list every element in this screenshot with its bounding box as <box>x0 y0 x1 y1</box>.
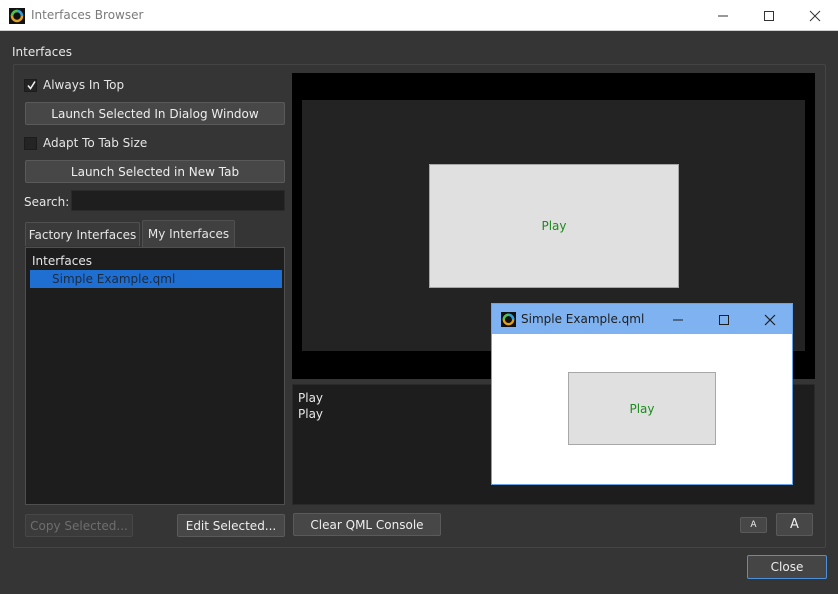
maximize-icon <box>764 11 774 21</box>
tree-item-simple-example[interactable]: Simple Example.qml <box>30 270 282 288</box>
app-icon <box>9 8 25 24</box>
simple-example-dialog[interactable]: Simple Example.qml Play <box>491 303 793 485</box>
checkbox-box[interactable] <box>24 78 37 92</box>
edit-selected-button[interactable]: Edit Selected... <box>177 514 285 537</box>
close-window-button[interactable] <box>792 0 838 31</box>
search-input[interactable] <box>71 190 285 211</box>
dialog-minimize-button[interactable] <box>655 304 701 334</box>
always-on-top-checkbox[interactable]: Always In Top <box>24 77 124 93</box>
checkbox-box[interactable] <box>24 136 37 150</box>
dialog-play-button[interactable]: Play <box>568 372 716 445</box>
preview-play-button[interactable]: Play <box>429 164 679 288</box>
console-line: Play <box>298 391 324 405</box>
dialog-title: Simple Example.qml <box>521 312 645 326</box>
tab-factory-interfaces[interactable]: Factory Interfaces <box>25 222 140 246</box>
minimize-icon <box>718 15 728 17</box>
font-smaller-button[interactable]: A <box>740 517 767 533</box>
dialog-title-bar[interactable]: Simple Example.qml <box>492 304 792 334</box>
close-button[interactable]: Close <box>747 555 827 579</box>
title-bar[interactable]: Interfaces Browser <box>0 0 838 31</box>
launch-dialog-button[interactable]: Launch Selected In Dialog Window <box>25 102 285 125</box>
interfaces-tree[interactable]: Interfaces Simple Example.qml <box>25 247 285 505</box>
maximize-icon <box>719 315 729 325</box>
launch-new-tab-button[interactable]: Launch Selected in New Tab <box>25 160 285 183</box>
close-icon <box>809 10 821 22</box>
clear-console-button[interactable]: Clear QML Console <box>293 513 441 536</box>
dialog-maximize-button[interactable] <box>701 304 747 334</box>
copy-selected-button[interactable]: Copy Selected... <box>25 514 133 537</box>
tree-header: Interfaces <box>32 254 92 268</box>
app-icon <box>501 312 516 327</box>
check-icon <box>27 80 36 90</box>
adapt-tab-size-checkbox[interactable]: Adapt To Tab Size <box>24 135 147 151</box>
font-larger-button[interactable]: A <box>776 513 813 536</box>
always-on-top-label: Always In Top <box>43 78 125 92</box>
dialog-close-button[interactable] <box>747 304 793 334</box>
minimize-button[interactable] <box>700 0 746 31</box>
console-line: Play <box>298 407 324 421</box>
section-label: Interfaces <box>12 45 72 59</box>
close-icon <box>764 314 776 326</box>
adapt-tab-size-label: Adapt To Tab Size <box>43 136 148 150</box>
minimize-icon <box>673 319 683 321</box>
search-label: Search: <box>24 195 70 209</box>
window-title: Interfaces Browser <box>31 8 144 22</box>
tab-my-interfaces[interactable]: My Interfaces <box>142 220 235 247</box>
maximize-button[interactable] <box>746 0 792 31</box>
